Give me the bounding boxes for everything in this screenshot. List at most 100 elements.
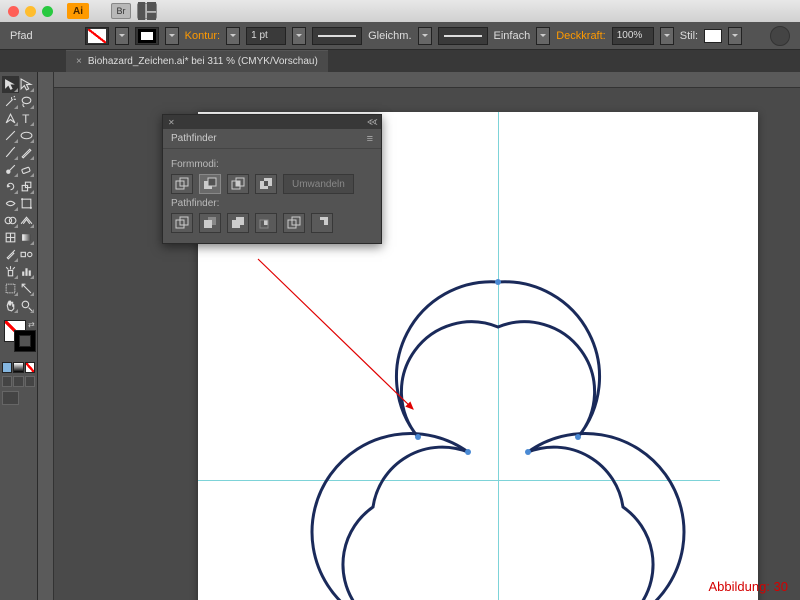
shape-builder-tool[interactable] (2, 212, 19, 229)
exclude-button[interactable] (255, 174, 277, 194)
options-bar: Pfad Kontur: 1 pt Gleichm. Einfach Deckk… (0, 22, 800, 50)
scale-tool[interactable] (19, 178, 36, 195)
style-dropdown[interactable] (728, 27, 742, 45)
gradient-tool[interactable] (19, 229, 36, 246)
opacity-dropdown[interactable] (660, 27, 674, 45)
opacity-label: Deckkraft: (556, 30, 606, 42)
none-mode-button[interactable] (25, 362, 35, 373)
symbol-sprayer-tool[interactable] (2, 263, 19, 280)
style-label: Stil: (680, 30, 698, 42)
minus-front-button[interactable] (199, 174, 221, 194)
merge-button[interactable] (227, 213, 249, 233)
graph-tool[interactable] (19, 263, 36, 280)
direct-selection-tool[interactable] (19, 76, 36, 93)
selection-tool[interactable] (2, 76, 19, 93)
eraser-tool[interactable] (19, 161, 36, 178)
pencil-tool[interactable] (19, 144, 36, 161)
divide-button[interactable] (171, 213, 193, 233)
stroke-label: Kontur: (185, 30, 220, 42)
document-tab-bar: × Biohazard_Zeichen.ai* bei 311 % (CMYK/… (0, 50, 800, 72)
window-minimize-button[interactable] (25, 6, 36, 17)
ruler-vertical[interactable] (38, 72, 54, 600)
rectangle-tool[interactable] (19, 127, 36, 144)
stroke-weight-dropdown[interactable] (292, 27, 306, 45)
close-tab-icon[interactable]: × (76, 56, 82, 67)
blend-tool[interactable] (19, 246, 36, 263)
slice-tool[interactable] (19, 280, 36, 297)
color-mode-button[interactable] (2, 362, 12, 373)
perspective-grid-tool[interactable] (19, 212, 36, 229)
window-zoom-button[interactable] (42, 6, 53, 17)
object-type-label: Pfad (10, 30, 33, 42)
crop-button[interactable] (255, 213, 277, 233)
trim-button[interactable] (199, 213, 221, 233)
brush-dropdown[interactable] (536, 27, 550, 45)
outline-button[interactable] (283, 213, 305, 233)
draw-inside-button[interactable] (25, 376, 35, 387)
paintbrush-tool[interactable] (2, 144, 19, 161)
pathfinder-panel[interactable]: ✕ ∢∢ Pathfinder ≡ Formmodi: Umwandeln Pa… (162, 114, 382, 244)
swap-fill-stroke-icon[interactable]: ⇄ (28, 320, 36, 328)
width-tool[interactable] (2, 195, 19, 212)
pen-tool[interactable] (2, 110, 19, 127)
brush-sample[interactable] (438, 27, 488, 45)
lasso-tool[interactable] (19, 93, 36, 110)
rotate-tool[interactable] (2, 178, 19, 195)
panel-header[interactable]: ✕ ∢∢ (163, 115, 381, 129)
draw-behind-button[interactable] (13, 376, 23, 387)
fill-swatch[interactable] (85, 27, 109, 45)
draw-mode-row (2, 376, 35, 387)
biohazard-artwork[interactable] (278, 252, 718, 600)
opacity-field[interactable]: 100% (612, 27, 654, 45)
arrange-docs-button[interactable] (137, 3, 157, 19)
intersect-button[interactable] (227, 174, 249, 194)
stroke-indicator[interactable] (14, 330, 36, 352)
stroke-swatch[interactable] (135, 27, 159, 45)
document-title: Biohazard_Zeichen.ai* bei 311 % (CMYK/Vo… (88, 56, 318, 67)
zoom-tool[interactable] (19, 297, 36, 314)
unite-button[interactable] (171, 174, 193, 194)
expand-button[interactable]: Umwandeln (283, 174, 354, 194)
profile-dropdown[interactable] (418, 27, 432, 45)
document-tab[interactable]: × Biohazard_Zeichen.ai* bei 311 % (CMYK/… (66, 50, 328, 72)
tools-panel: T (0, 72, 38, 600)
mesh-tool[interactable] (2, 229, 19, 246)
sync-icon[interactable] (770, 26, 790, 46)
stroke-dropdown[interactable] (165, 27, 179, 45)
screen-mode-button[interactable] (2, 391, 19, 405)
profile-sample[interactable] (312, 27, 362, 45)
macos-titlebar: Ai Br (0, 0, 800, 22)
gradient-mode-button[interactable] (13, 362, 23, 373)
panel-collapse-icon[interactable]: ∢∢ (367, 118, 376, 127)
panel-close-icon[interactable]: ✕ (168, 118, 175, 127)
graphic-style-swatch[interactable] (704, 29, 722, 43)
bridge-button[interactable]: Br (111, 3, 131, 19)
ruler-horizontal[interactable] (54, 72, 800, 88)
magic-wand-tool[interactable] (2, 93, 19, 110)
panel-tab[interactable]: Pathfinder ≡ (163, 129, 381, 149)
app-badge: Ai (67, 3, 89, 19)
svg-text:T: T (22, 112, 29, 125)
type-tool[interactable]: T (19, 110, 36, 127)
fill-dropdown[interactable] (115, 27, 129, 45)
window-close-button[interactable] (8, 6, 19, 17)
panel-menu-icon[interactable]: ≡ (367, 133, 373, 145)
figure-caption: Abbildung: 30 (708, 579, 788, 594)
artboard-tool[interactable] (2, 280, 19, 297)
draw-normal-button[interactable] (2, 376, 12, 387)
stroke-weight-stepper[interactable] (226, 27, 240, 45)
brush-label: Einfach (494, 30, 531, 42)
color-mode-row (2, 362, 35, 373)
eyedropper-tool[interactable] (2, 246, 19, 263)
minus-back-button[interactable] (311, 213, 333, 233)
document-window[interactable]: Abbildung: 30 (38, 72, 800, 600)
panel-title: Pathfinder (171, 133, 217, 144)
blob-brush-tool[interactable] (2, 161, 19, 178)
free-transform-tool[interactable] (19, 195, 36, 212)
stroke-weight-field[interactable]: 1 pt (246, 27, 286, 45)
fill-stroke-indicator[interactable]: ⇄ (2, 320, 36, 360)
profile-label: Gleichm. (368, 30, 411, 42)
hand-tool[interactable] (2, 297, 19, 314)
line-tool[interactable] (2, 127, 19, 144)
shape-modes-label: Formmodi: (171, 159, 373, 170)
